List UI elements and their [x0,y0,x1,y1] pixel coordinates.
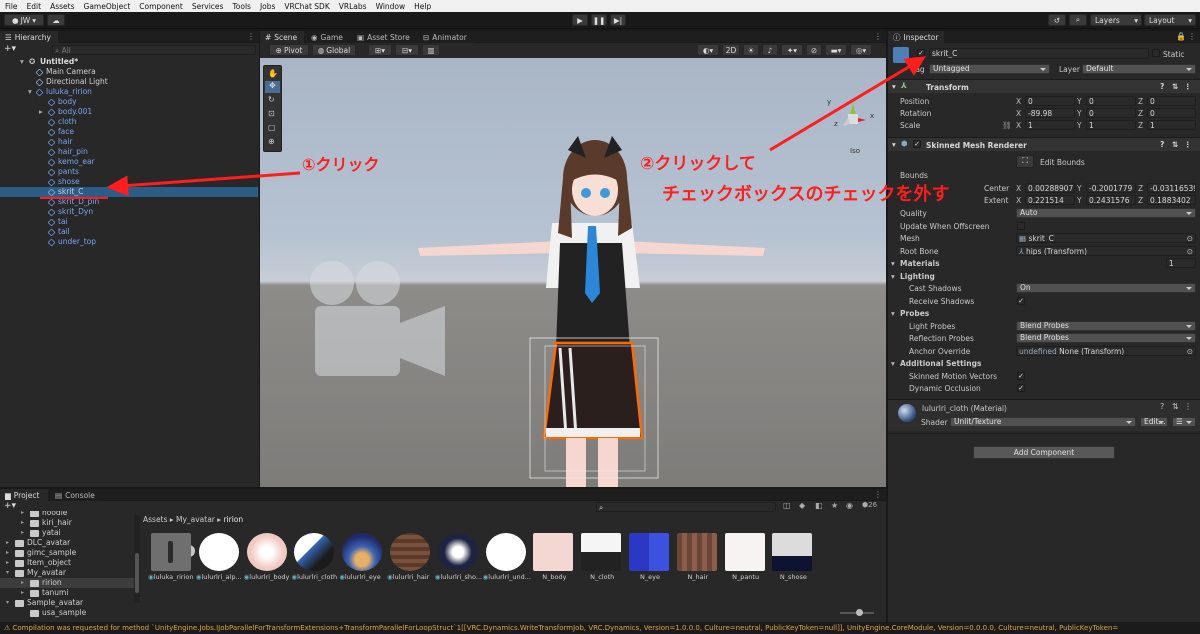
annotation-overlay [40,56,926,199]
annotation-step2-line2: チェックボックスのチェックを外す [662,184,950,205]
arrow-to-hierarchy [121,171,301,188]
arrow-head-icon [106,175,129,197]
arrow-to-checkbox [769,63,913,152]
arrow-head-icon [903,56,926,76]
annotation-step2-line1: ②クリックして [640,154,756,174]
annotation-step1: ①クリック [302,155,380,174]
